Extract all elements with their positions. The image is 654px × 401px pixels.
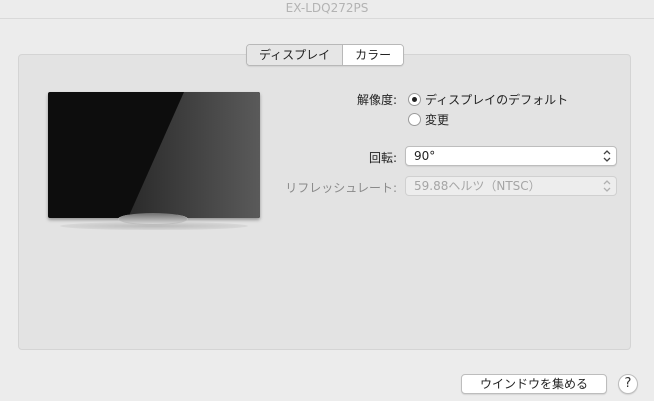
tab-display[interactable]: ディスプレイ [247, 45, 344, 65]
rotation-select[interactable]: 90° [405, 146, 617, 166]
rotation-label: 回転: [368, 151, 397, 165]
display-preview-image [48, 92, 260, 218]
radio-change[interactable] [408, 113, 421, 126]
resolution-option-default[interactable]: ディスプレイのデフォルト [408, 91, 568, 108]
tab-color[interactable]: カラー [343, 45, 404, 65]
refresh-rate-value: 59.88ヘルツ（NTSC） [414, 179, 541, 193]
screen-glare [128, 92, 260, 218]
refresh-rate-select[interactable]: 59.88ヘルツ（NTSC） [405, 176, 617, 196]
resolution-option-change[interactable]: 変更 [408, 111, 449, 128]
resolution-label: 解像度: [356, 93, 397, 107]
window-title: EX-LDQ272PS [0, 0, 654, 19]
display-stand [118, 213, 188, 225]
help-button[interactable]: ? [618, 374, 638, 394]
refresh-rate-label: リフレッシュレート: [285, 181, 397, 195]
tab-bar: ディスプレイ カラー [246, 44, 405, 66]
gather-windows-button[interactable]: ウインドウを集める [461, 374, 607, 394]
radio-default[interactable] [408, 93, 421, 106]
chevron-updown-icon [603, 180, 611, 192]
chevron-updown-icon [603, 150, 611, 162]
resolution-option-default-label: ディスプレイのデフォルト [425, 93, 569, 107]
rotation-value: 90° [414, 149, 436, 163]
resolution-option-change-label: 変更 [425, 113, 450, 127]
